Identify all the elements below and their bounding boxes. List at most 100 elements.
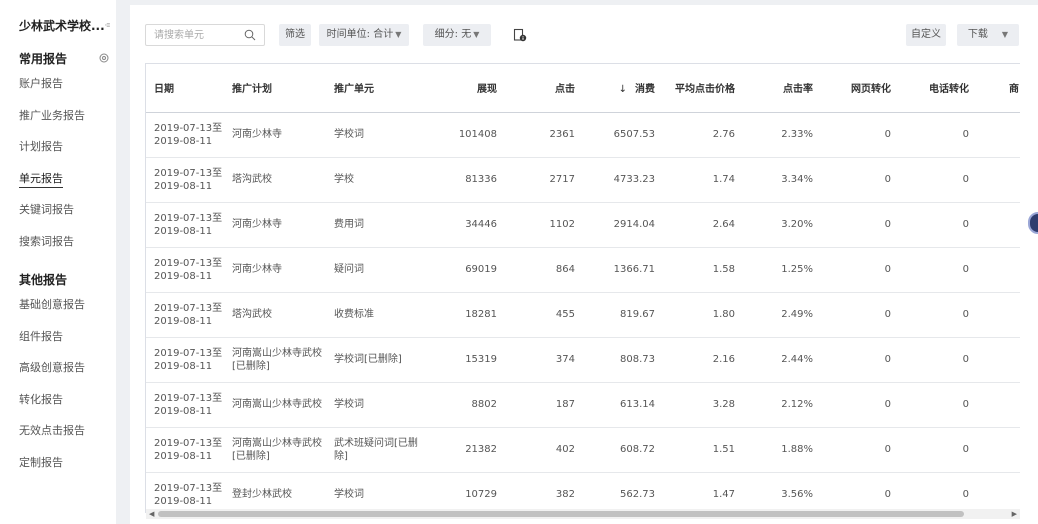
cell-web-conversion: 0	[813, 337, 891, 383]
scroll-left-icon[interactable]: ◀	[149, 509, 154, 519]
cell-clicks: 455	[497, 292, 575, 338]
sidebar: 少林武术学校... 常用报告 账户报告 推广业务报告 计划报告 单元报告 关键词…	[0, 0, 116, 524]
col-header-cost[interactable]: ↓ 消费	[575, 64, 655, 113]
col-header-ctr[interactable]: 点击率	[735, 64, 813, 113]
cell-web-conversion: 0	[813, 472, 891, 513]
cell-plan: 河南嵩山少林寺武校 [已删除]	[224, 337, 326, 383]
sidebar-item-label: 定制报告	[19, 455, 63, 469]
table-row: 2019-07-13至 2019-08-11 登封少林武校 学校词 10729 382 5…	[146, 472, 1020, 513]
cell-cost: 4733.23	[575, 157, 655, 203]
cell-web-conversion: 0	[813, 427, 891, 473]
col-header-avg-cpc[interactable]: 平均点击价格	[655, 64, 735, 113]
sidebar-item-keyword-report[interactable]: 关键词报告	[0, 194, 116, 226]
table-row: 2019-07-13至 2019-08-11 塔沟武校 收费标准 18281 455 81…	[146, 292, 1020, 338]
col-header-phone-conversion[interactable]: 电话转化	[891, 64, 969, 113]
cell-clicks: 374	[497, 337, 575, 383]
col-header-impressions[interactable]: 展现	[428, 64, 497, 113]
col-header-next[interactable]: 商	[969, 64, 1020, 113]
toolbar: 筛选 时间单位: 合计▼ 细分: 无▼ 自定义 下载▼	[145, 24, 1020, 46]
cell-clicks: 1102	[497, 202, 575, 248]
cell-clicks: 2361	[497, 112, 575, 158]
cell-ctr: 1.25%	[735, 247, 813, 293]
cell-avg-cpc: 1.58	[655, 247, 735, 293]
cell-ctr: 2.12%	[735, 382, 813, 428]
scrollbar-thumb[interactable]	[158, 511, 964, 517]
sidebar-item-custom-report[interactable]: 定制报告	[0, 447, 116, 479]
cell-plan: 河南嵩山少林寺武校	[224, 382, 326, 428]
customize-button[interactable]: 自定义	[906, 24, 946, 46]
cell-unit: 武术班疑问词[已删 除]	[326, 427, 428, 473]
sidebar-item-label: 组件报告	[19, 329, 63, 343]
chevron-down-icon: ▼	[473, 30, 480, 39]
cell-avg-cpc: 3.28	[655, 382, 735, 428]
col-header-web-conversion[interactable]: 网页转化	[813, 64, 891, 113]
cell-impressions: 101408	[428, 112, 497, 158]
cell-overflow	[969, 157, 1020, 203]
table-body: 2019-07-13至 2019-08-11 河南少林寺学校词 101408 2361…	[146, 112, 1020, 513]
sidebar-item-business-report[interactable]: 推广业务报告	[0, 100, 116, 132]
cell-date: 2019-07-13至 2019-08-11	[146, 427, 224, 473]
sidebar-item-unit-report[interactable]: 单元报告	[0, 163, 116, 195]
cell-overflow	[969, 427, 1020, 473]
chevron-down-icon: ▼	[395, 30, 402, 39]
sidebar-item-label: 高级创意报告	[19, 361, 85, 374]
cell-ctr: 1.88%	[735, 427, 813, 473]
cell-plan: 河南少林寺	[224, 112, 326, 158]
col-header-unit[interactable]: 推广单元	[326, 64, 428, 113]
sidebar-item-label: 无效点击报告	[19, 424, 85, 437]
cell-clicks: 382	[497, 472, 575, 513]
cell-impressions: 8802	[428, 382, 497, 428]
cell-cost: 6507.53	[575, 112, 655, 158]
search-input[interactable]	[154, 25, 244, 45]
filter-button[interactable]: 筛选	[279, 24, 311, 46]
cell-unit: 学校词	[326, 472, 428, 513]
sidebar-item-account-report[interactable]: 账户报告	[0, 68, 116, 100]
sidebar-item-label: 账户报告	[19, 77, 63, 90]
sidebar-item-label: 转化报告	[19, 392, 63, 406]
cell-phone-conversion: 0	[891, 247, 969, 293]
document-info-icon[interactable]	[513, 28, 527, 42]
sidebar-item-basic-creative-report[interactable]: 基础创意报告	[0, 289, 116, 321]
time-unit-label: 时间单位: 合计	[326, 29, 394, 40]
cell-impressions: 10729	[428, 472, 497, 513]
cell-web-conversion: 0	[813, 112, 891, 158]
download-dropdown[interactable]: 下载 ▼	[957, 24, 1019, 46]
table-row: 2019-07-13至 2019-08-11 河南嵩山少林寺武校 [已删除] 学校词…	[146, 337, 1020, 383]
time-unit-dropdown[interactable]: 时间单位: 合计 ▼	[319, 24, 409, 46]
sidebar-item-invalid-click-report[interactable]: 无效点击报告	[0, 415, 116, 447]
cell-overflow	[969, 337, 1020, 383]
cell-unit: 学校词[已删除]	[326, 337, 428, 383]
col-header-date[interactable]: 日期	[146, 64, 224, 113]
table-row: 2019-07-13至 2019-08-11 河南嵩山少林寺武校 [已删除] 武术班…	[146, 427, 1020, 473]
sidebar-item-advanced-creative-report[interactable]: 高级创意报告	[0, 352, 116, 384]
collapse-menu-icon[interactable]	[104, 19, 110, 31]
search-icon[interactable]	[244, 29, 256, 41]
sidebar-item-search-term-report[interactable]: 搜索词报告	[0, 226, 116, 258]
col-header-clicks[interactable]: 点击	[497, 64, 575, 113]
gear-icon[interactable]	[98, 52, 110, 64]
cell-impressions: 18281	[428, 292, 497, 338]
col-header-plan[interactable]: 推广计划	[224, 64, 326, 113]
cell-impressions: 81336	[428, 157, 497, 203]
scroll-right-icon[interactable]: ▶	[1012, 509, 1017, 519]
cell-web-conversion: 0	[813, 382, 891, 428]
breakdown-dropdown[interactable]: 细分: 无 ▼	[423, 24, 491, 46]
chevron-down-icon: ▼	[1001, 30, 1009, 39]
cell-cost: 562.73	[575, 472, 655, 513]
cell-unit: 疑问词	[326, 247, 428, 293]
sidebar-item-component-report[interactable]: 组件报告	[0, 321, 116, 353]
search-box[interactable]	[145, 24, 265, 46]
cell-overflow	[969, 247, 1020, 293]
sidebar-item-conversion-report[interactable]: 转化报告	[0, 384, 116, 416]
cell-plan: 河南少林寺	[224, 247, 326, 293]
table-row: 2019-07-13至 2019-08-11 河南少林寺 学校词 101408 2361…	[146, 112, 1020, 158]
cell-impressions: 15319	[428, 337, 497, 383]
cell-plan: 河南少林寺	[224, 202, 326, 248]
account-name[interactable]: 少林武术学校...	[19, 17, 105, 34]
cell-ctr: 3.20%	[735, 202, 813, 248]
table-row: 2019-07-13至 2019-08-11 河南少林寺 费用词 34446 1102 2…	[146, 202, 1020, 248]
horizontal-scrollbar[interactable]: ◀ ▶	[146, 509, 1020, 519]
col-header-cost-label: 消费	[635, 84, 655, 96]
sidebar-item-plan-report[interactable]: 计划报告	[0, 131, 116, 163]
cell-web-conversion: 0	[813, 157, 891, 203]
